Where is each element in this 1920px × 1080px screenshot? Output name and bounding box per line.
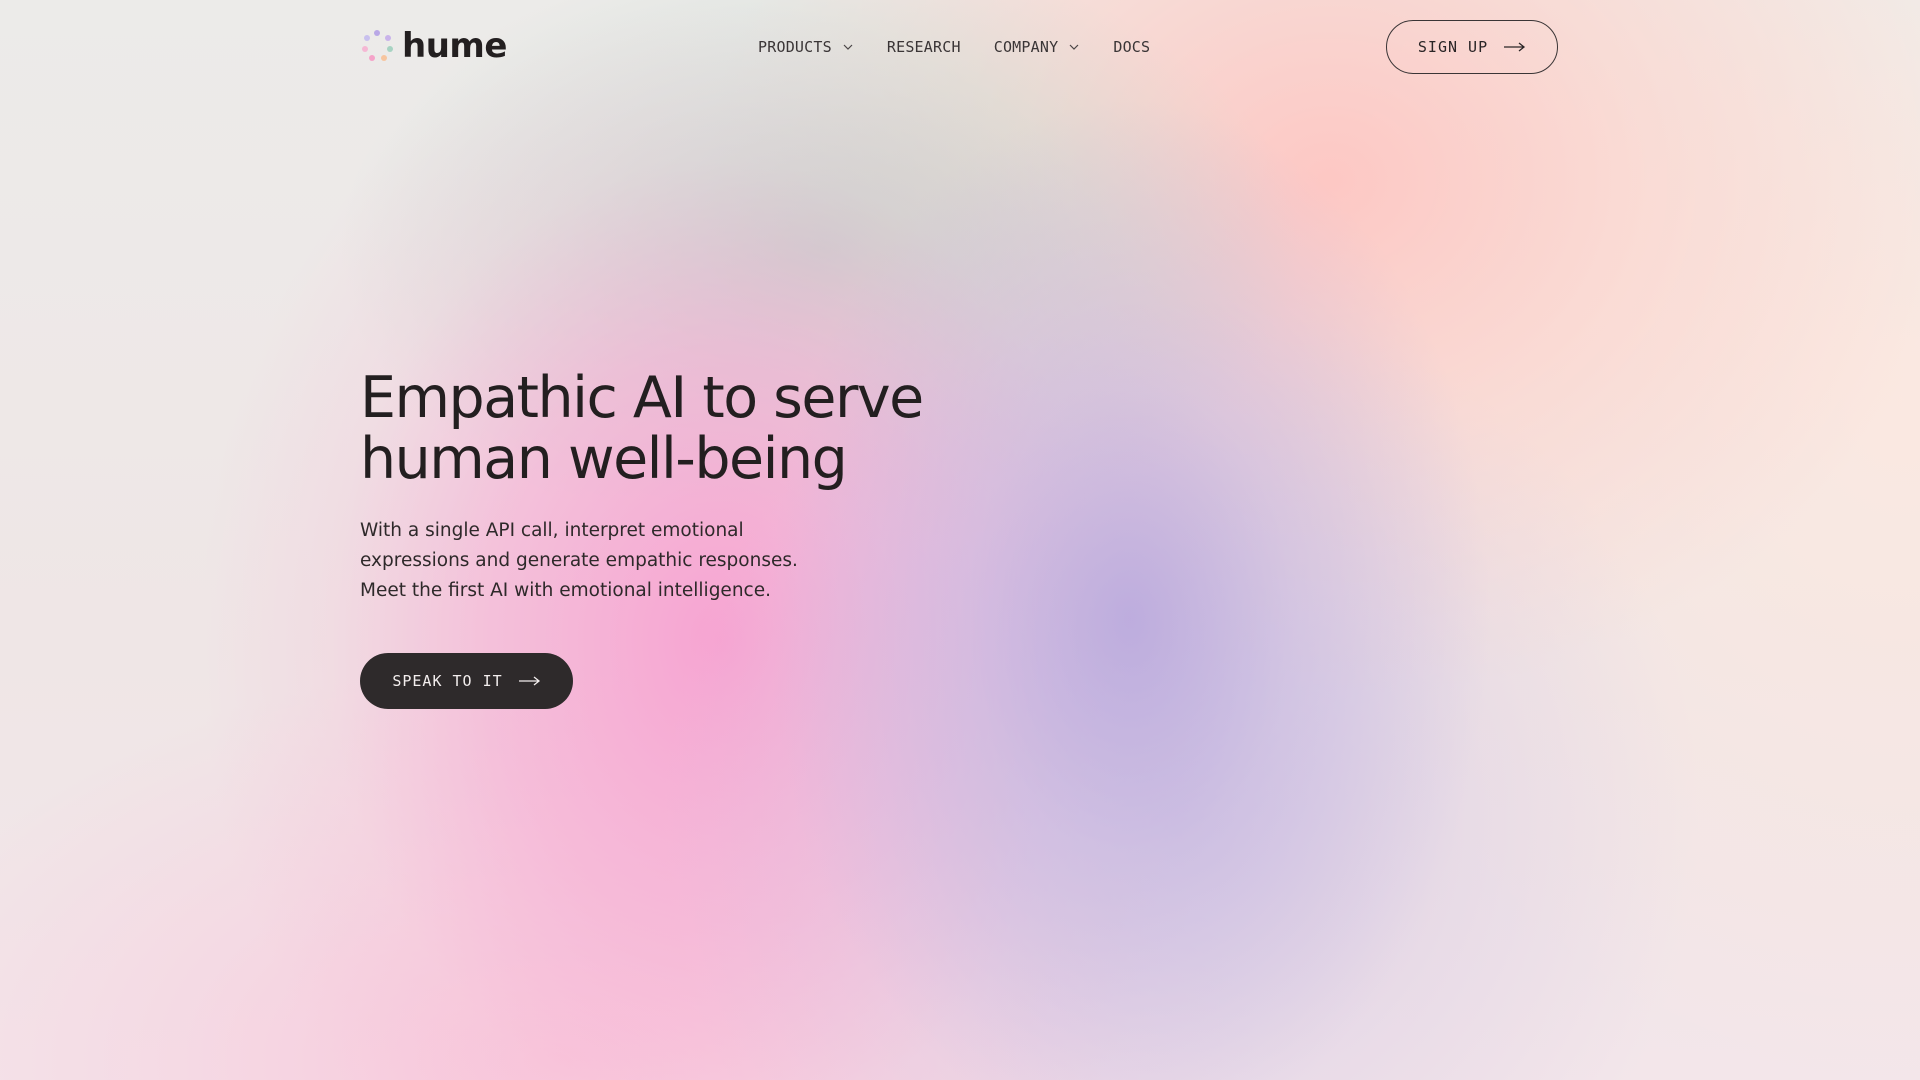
nav-item-research[interactable]: RESEARCH	[887, 37, 961, 57]
logo-dot	[387, 46, 393, 52]
logo-dot	[381, 55, 387, 61]
nav-item-docs[interactable]: DOCS	[1113, 37, 1150, 57]
hero-section: Empathic AI to serve human well-being Wi…	[360, 368, 1080, 625]
hero-description: With a single API call, interpret emotio…	[360, 516, 880, 606]
logo-dot	[362, 46, 368, 52]
arrow-right-icon	[518, 676, 540, 686]
logo-dot	[369, 55, 375, 61]
nav-item-products[interactable]: PRODUCTS	[758, 37, 854, 57]
chevron-down-icon	[843, 44, 853, 50]
brand-logo[interactable]: hume	[360, 28, 507, 64]
headline-line: human well-being	[360, 426, 848, 492]
brand-name: hume	[402, 26, 507, 66]
cta-label: SPEAK TO IT	[392, 672, 503, 690]
nav-item-label: PRODUCTS	[758, 38, 832, 56]
description-line: Meet the first AI with emotional intelli…	[360, 580, 771, 601]
logo-dot	[364, 35, 370, 41]
logo-dot	[374, 30, 380, 36]
nav-item-label: DOCS	[1113, 38, 1151, 56]
chevron-down-icon	[1069, 44, 1079, 50]
sign-up-button[interactable]: SIGN UP	[1386, 20, 1558, 74]
logo-dot	[385, 35, 391, 41]
headline-line: Empathic AI to serve	[360, 365, 924, 431]
top-navigation: hume PRODUCTS RESEARCH COMPANY DOCS SIGN…	[0, 0, 1920, 96]
main-menu: PRODUCTS RESEARCH COMPANY DOCS	[758, 37, 1150, 57]
description-line: expressions and generate empathic respon…	[360, 550, 798, 571]
description-line: With a single API call, interpret emotio…	[360, 520, 744, 541]
arrow-right-icon	[1504, 42, 1526, 52]
speak-to-it-button[interactable]: SPEAK TO IT	[360, 653, 573, 709]
nav-item-label: COMPANY	[993, 38, 1059, 56]
dotted-circle-logo-icon	[360, 29, 394, 63]
nav-item-company[interactable]: COMPANY	[994, 37, 1081, 57]
nav-item-label: RESEARCH	[886, 38, 961, 56]
hero-headline: Empathic AI to serve human well-being	[360, 368, 1080, 490]
sign-up-label: SIGN UP	[1417, 38, 1489, 56]
